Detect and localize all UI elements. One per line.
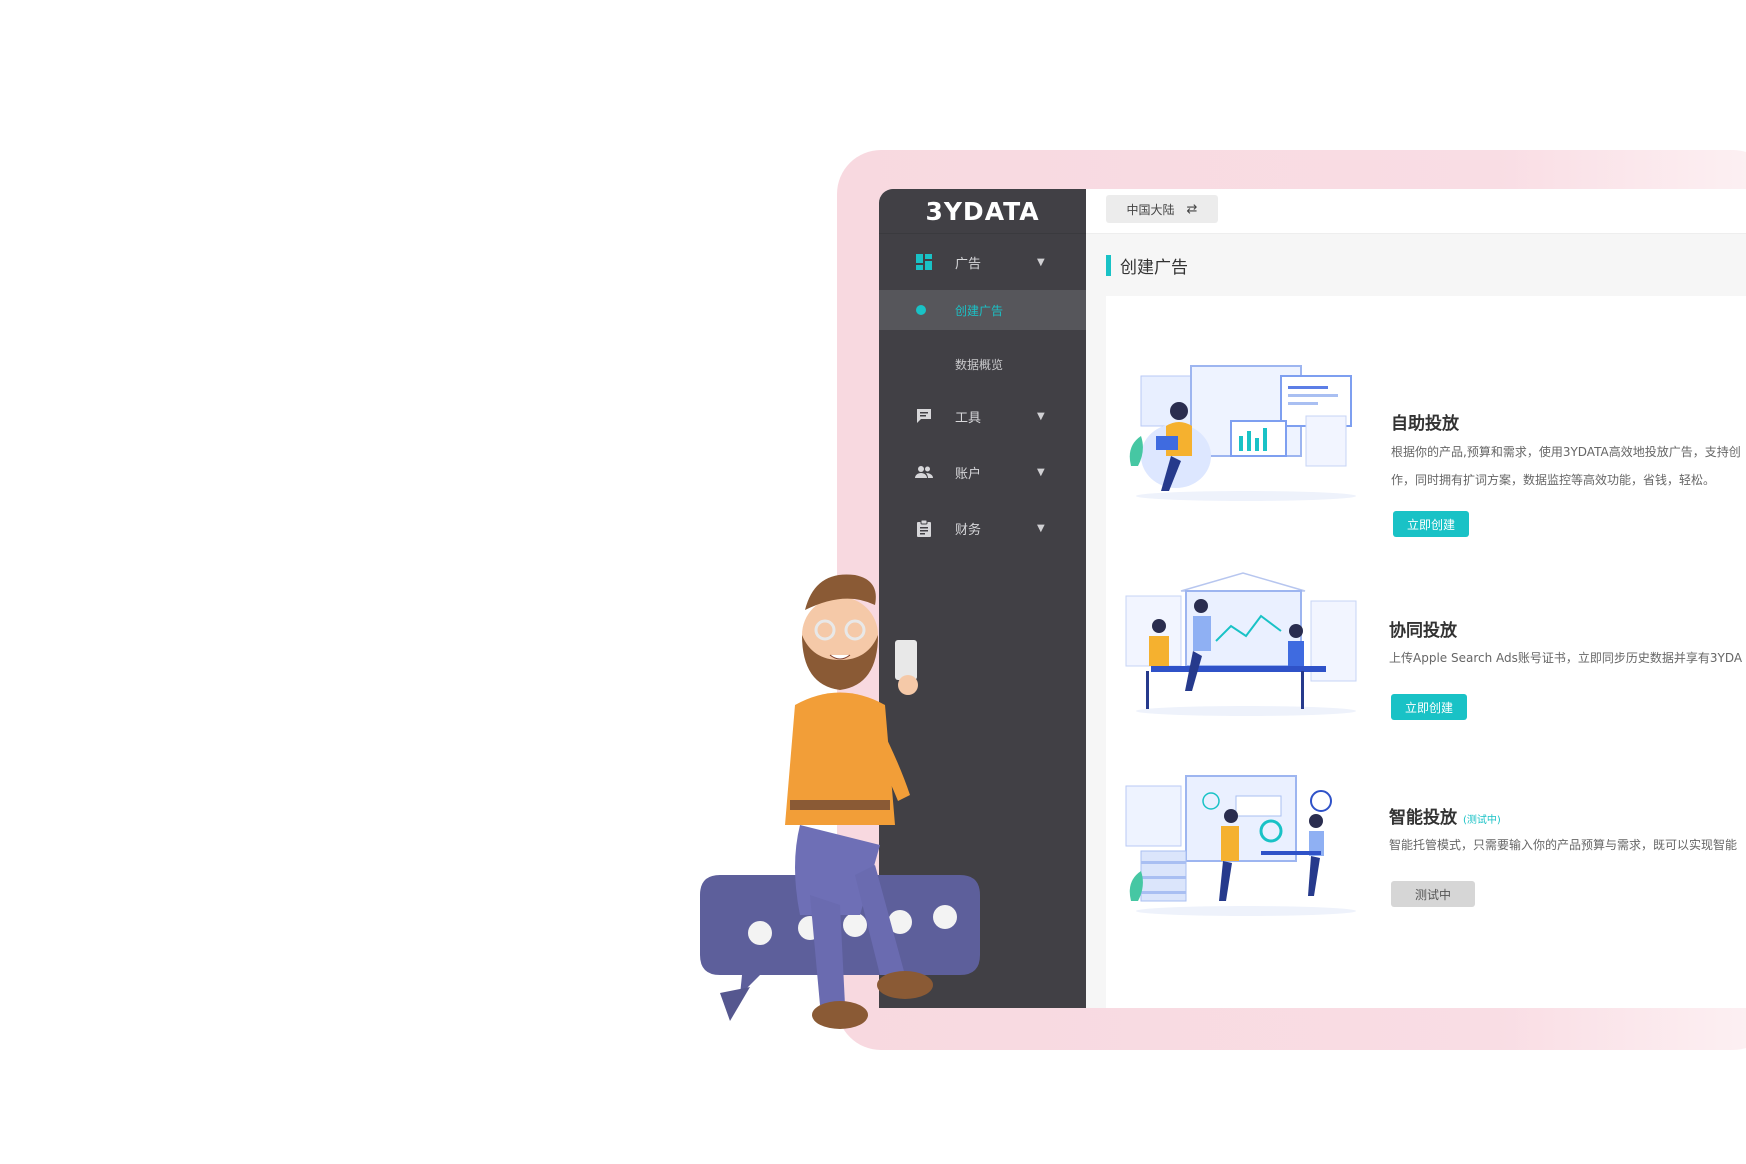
caret-down-icon: ▼: [1037, 410, 1045, 422]
ad-card-self-serve: 自助投放 根据你的产品,预算和需求，使用3YDATA高效地投放广告，支持创 作，…: [1106, 346, 1746, 537]
card-title: 协同投放: [1389, 621, 1457, 641]
caret-down-icon: ▼: [1037, 256, 1045, 268]
card-description-line: 上传Apple Search Ads账号证书，立即同步历史数据并享有3YDA: [1389, 651, 1743, 665]
card-description-line: 作，同时拥有扩词方案，数据监控等高效功能，省钱，轻松。: [1391, 473, 1716, 487]
self-serve-illustration: [1129, 365, 1356, 501]
clipboard-icon: [917, 519, 931, 537]
card-title: 自助投放: [1391, 414, 1459, 434]
chat-icon: [917, 409, 931, 423]
title-accent-bar: [1106, 255, 1111, 276]
sidebar-item-ads[interactable]: 广告 ▼: [879, 234, 1086, 290]
collaborative-illustration: [1125, 572, 1357, 716]
beta-badge: (测试中): [1463, 815, 1501, 826]
create-now-button[interactable]: 立即创建: [1393, 511, 1470, 537]
sidebar-subitem-create-ad[interactable]: 创建广告: [879, 290, 1086, 330]
sidebar-item-label: 账户: [955, 466, 982, 482]
swap-icon: ⇄: [1186, 201, 1198, 217]
smart-illustration: [1125, 775, 1356, 916]
active-dot-icon: [916, 305, 926, 315]
region-switcher[interactable]: 中国大陆 ⇄: [1106, 195, 1218, 223]
sidebar-item-tools[interactable]: 工具 ▼: [879, 388, 1086, 444]
sidebar-subitem-label: 创建广告: [955, 303, 1004, 318]
sidebar-subitem-data-overview[interactable]: 数据概览: [879, 344, 1086, 384]
topbar: 中国大陆 ⇄: [1086, 189, 1746, 234]
page-title: 创建广告: [1120, 258, 1188, 278]
caret-down-icon: ▼: [1037, 522, 1045, 534]
sidebar-item-label: 广告: [955, 256, 982, 272]
mascot-illustration: [700, 574, 980, 1029]
caret-down-icon: ▼: [1037, 466, 1045, 478]
card-title-text: 智能投放: [1389, 808, 1457, 828]
sidebar-subitem-label: 数据概览: [955, 357, 1004, 372]
region-label: 中国大陆: [1126, 202, 1175, 217]
content-panel: 自助投放 根据你的产品,预算和需求，使用3YDATA高效地投放广告，支持创 作，…: [1106, 296, 1746, 1008]
card-description: 根据你的产品,预算和需求，使用3YDATA高效地投放广告，支持创 作，同时拥有扩…: [1391, 438, 1746, 494]
sidebar-item-label: 工具: [955, 410, 982, 426]
sidebar-item-finance[interactable]: 财务 ▼: [879, 500, 1086, 556]
brand-logo: 3YDATA: [879, 189, 1086, 234]
sidebar-item-label: 财务: [955, 522, 982, 538]
card-description-line: 根据你的产品,预算和需求，使用3YDATA高效地投放广告，支持创: [1391, 445, 1741, 459]
sidebar-item-account[interactable]: 账户 ▼: [879, 444, 1086, 500]
dashboard-icon: [916, 254, 932, 270]
card-title: 智能投放 (测试中): [1389, 803, 1501, 828]
ad-card-smart: 智能投放 (测试中) 智能托管模式，只需要输入你的产品预算与需求，既可以实现智能 …: [1106, 771, 1746, 941]
ad-card-collaborative: 协同投放 上传Apple Search Ads账号证书，立即同步历史数据并享有3…: [1106, 571, 1746, 741]
testing-button: 测试中: [1391, 881, 1475, 907]
create-now-button[interactable]: 立即创建: [1391, 694, 1468, 720]
card-description-line: 智能托管模式，只需要输入你的产品预算与需求，既可以实现智能: [1389, 838, 1738, 852]
card-description: 上传Apple Search Ads账号证书，立即同步历史数据并享有3YDA: [1389, 644, 1746, 672]
people-icon: [915, 466, 933, 478]
page-header: 创建广告: [1106, 253, 1188, 278]
card-description: 智能托管模式，只需要输入你的产品预算与需求，既可以实现智能: [1389, 831, 1746, 859]
app-window: 3YDATA 广告 ▼ 创建广告 数据概览 工具 ▼ 账户 ▼ 财务 ▼ 中国大…: [879, 189, 1746, 1008]
